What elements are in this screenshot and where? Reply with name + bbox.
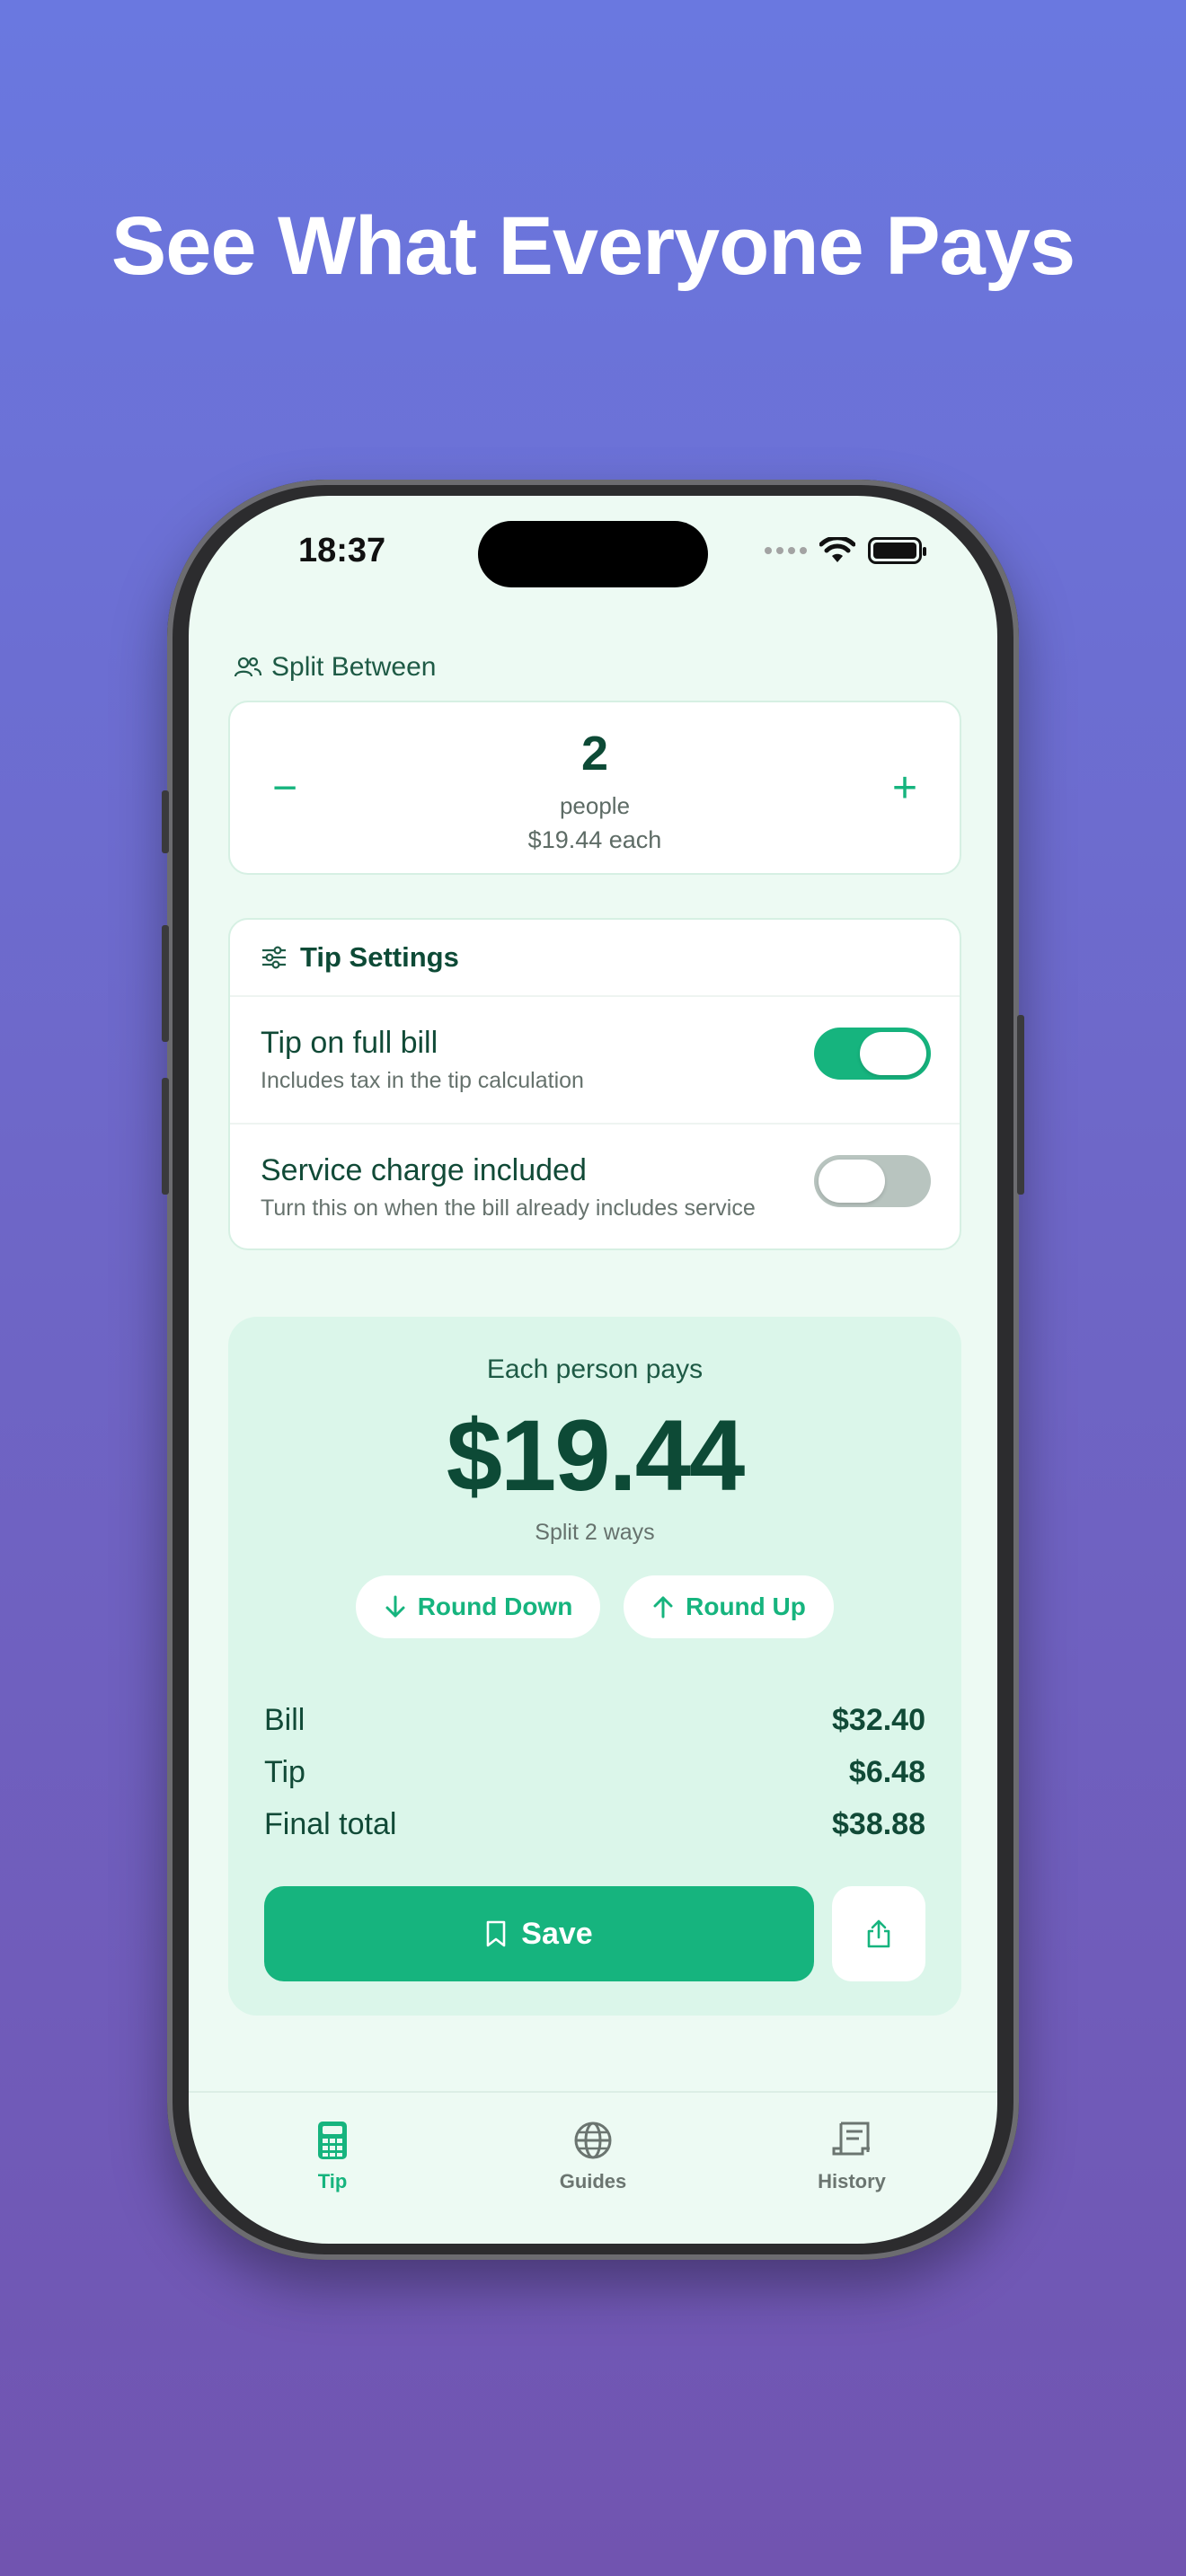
tip-on-full-bill-row: Tip on full bill Includes tax in the tip… — [230, 997, 960, 1123]
tip-label: Tip — [264, 1755, 305, 1789]
calculator-icon — [318, 2122, 347, 2159]
each-person-pays-label: Each person pays — [486, 1354, 704, 1384]
people-unit: people — [559, 792, 631, 819]
split-card: − 2 people $19.44 each + — [228, 701, 961, 875]
people-count: 2 — [580, 727, 609, 781]
round-up-button[interactable]: Round Up — [624, 1575, 834, 1638]
status-icons — [765, 537, 926, 564]
tip-row: Tip $6.48 — [264, 1755, 925, 1790]
final-total-value: $38.88 — [832, 1807, 925, 1841]
wifi-icon — [819, 537, 855, 562]
dynamic-island — [478, 521, 708, 587]
receipt-icon — [832, 2122, 870, 2156]
bill-row: Bill $32.40 — [264, 1703, 925, 1738]
service-charge-row: Service charge included Turn this on whe… — [230, 1123, 960, 1248]
split-section-title: Split Between — [271, 652, 437, 682]
arrow-up-icon — [653, 1596, 673, 1619]
per-person-amount: $19.44 each — [527, 826, 662, 853]
bill-label: Bill — [264, 1703, 305, 1737]
service-charge-toggle[interactable] — [814, 1155, 931, 1207]
tab-history-label: History — [818, 2170, 886, 2192]
signal-icon — [765, 547, 807, 554]
final-total-label: Final total — [264, 1807, 397, 1841]
round-up-label: Round Up — [686, 1592, 806, 1620]
globe-icon — [574, 2122, 612, 2159]
tip-value: $6.48 — [848, 1755, 925, 1789]
headline: See What Everyone Pays — [111, 200, 1075, 292]
result-card: Each person pays $19.44 Split 2 ways Rou… — [228, 1317, 961, 2016]
per-person-total: $19.44 — [446, 1399, 746, 1512]
arrow-down-icon — [385, 1595, 405, 1618]
battery-icon — [868, 537, 926, 564]
tip-settings-card: Tip Settings Tip on full bill Includes t… — [228, 918, 961, 1250]
people-icon — [234, 657, 262, 677]
round-down-label: Round Down — [417, 1592, 573, 1620]
tab-guides-label: Guides — [559, 2170, 627, 2192]
sliders-icon — [262, 946, 286, 969]
tab-bar: Tip Guides History — [189, 2091, 997, 2244]
save-label: Save — [521, 1916, 593, 1951]
tip-settings-title: Tip Settings — [300, 941, 459, 973]
volume-up-button — [162, 925, 169, 1042]
split-section-label: Split Between — [234, 652, 436, 683]
bookmark-icon — [486, 1920, 506, 1947]
tab-history[interactable]: History — [780, 2120, 924, 2193]
tip-on-full-bill-toggle[interactable] — [814, 1028, 931, 1080]
split-ways-text: Split 2 ways — [535, 1520, 655, 1545]
tab-guides[interactable]: Guides — [521, 2120, 665, 2193]
tab-tip[interactable]: Tip — [261, 2120, 404, 2193]
share-icon — [867, 1919, 890, 1948]
tip-settings-header: Tip Settings — [230, 920, 960, 997]
round-down-button[interactable]: Round Down — [356, 1575, 600, 1638]
final-total-row: Final total $38.88 — [264, 1807, 925, 1842]
phone-screen: 18:37 Split Between − 2 people $19.44 ea… — [189, 496, 997, 2244]
increase-people-button[interactable]: + — [873, 756, 936, 819]
tab-tip-label: Tip — [317, 2170, 348, 2192]
volume-down-button — [162, 1078, 169, 1195]
share-button[interactable] — [832, 1886, 925, 1981]
status-time: 18:37 — [298, 532, 386, 569]
save-button[interactable]: Save — [264, 1886, 814, 1981]
bill-value: $32.40 — [832, 1703, 925, 1737]
action-button — [162, 790, 169, 853]
power-button — [1017, 1015, 1024, 1195]
